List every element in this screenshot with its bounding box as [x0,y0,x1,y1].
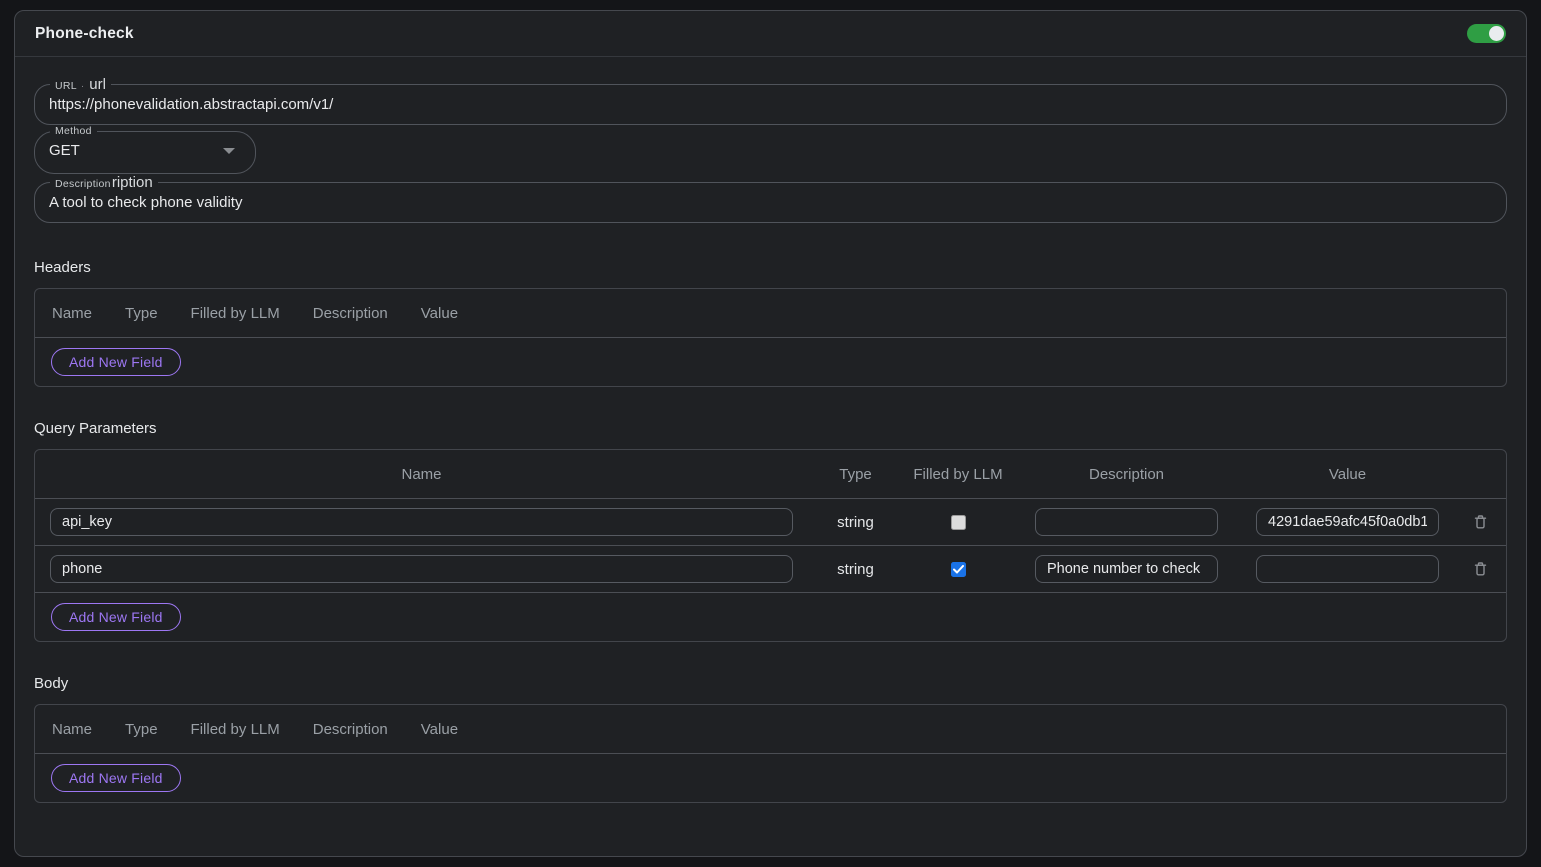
col-name: Name [52,305,92,322]
tool-enabled-toggle[interactable] [1467,24,1506,43]
col-filled-by-llm: Filled by LLM [191,721,280,738]
chevron-down-icon [223,148,235,154]
col-value: Value [421,305,458,322]
url-input[interactable] [49,93,1492,115]
query-parameters-section: Query Parameters Name Type Filled by LLM… [34,420,1507,642]
col-type: Type [808,466,903,483]
query-parameters-add-field-button[interactable]: Add New Field [51,603,181,631]
query-parameter-row: string [35,498,1506,545]
method-field: Method GET [34,125,256,174]
col-filled-by-llm: Filled by LLM [903,466,1013,483]
headers-table-head: Name Type Filled by LLM Description Valu… [35,289,1506,337]
headers-add-field-button[interactable]: Add New Field [51,348,181,376]
method-field-label: Method [50,125,97,137]
body-section: Body Name Type Filled by LLM Description… [34,675,1507,803]
description-label-small: Description [55,178,111,190]
url-field-label: URL · url [50,76,111,93]
delete-row-button[interactable] [1471,512,1490,532]
col-description: Description [313,721,388,738]
url-label-big: url [89,76,106,93]
url-field: URL · url [34,76,1507,125]
method-label: Method [55,125,92,137]
description-input[interactable] [49,191,1492,213]
param-description-input[interactable] [1035,555,1218,583]
toggle-knob [1489,26,1504,41]
col-description: Description [1013,466,1240,483]
col-filled-by-llm: Filled by LLM [191,305,280,322]
tool-card: Phone-check URL · url Method GET De [14,10,1527,857]
filled-by-llm-checkbox[interactable] [951,562,966,577]
method-selected-value: GET [49,142,80,159]
col-name: Name [35,466,808,483]
col-name: Name [52,721,92,738]
check-icon [953,565,964,574]
col-type: Type [125,721,158,738]
headers-table: Name Type Filled by LLM Description Valu… [34,288,1507,387]
description-label-big: ription [112,174,153,191]
body-table: Name Type Filled by LLM Description Valu… [34,704,1507,803]
trash-icon [1473,561,1488,577]
body-add-field-button[interactable]: Add New Field [51,764,181,792]
param-type: string [837,561,874,578]
param-type: string [837,514,874,531]
method-select[interactable]: GET [49,137,241,164]
col-description: Description [313,305,388,322]
param-value-input[interactable] [1256,555,1439,583]
headers-section-title: Headers [34,259,1507,276]
query-parameter-row: string [35,545,1506,592]
delete-row-button[interactable] [1471,559,1490,579]
query-parameters-table: Name Type Filled by LLM Description Valu… [34,449,1507,642]
url-label-separator: · [81,81,84,92]
description-field: Description ription [34,174,1507,223]
body-section-title: Body [34,675,1507,692]
param-name-input[interactable] [50,555,793,583]
headers-section: Headers Name Type Filled by LLM Descript… [34,259,1507,387]
headers-add-row: Add New Field [35,337,1506,386]
col-value: Value [1240,466,1455,483]
trash-icon [1473,514,1488,530]
query-parameters-section-title: Query Parameters [34,420,1507,437]
body-add-row: Add New Field [35,753,1506,802]
filled-by-llm-checkbox[interactable] [951,515,966,530]
tool-card-header: Phone-check [15,11,1526,57]
param-name-input[interactable] [50,508,793,536]
param-value-input[interactable] [1256,508,1439,536]
tool-card-body: URL · url Method GET Description ription [15,57,1526,803]
param-description-input[interactable] [1035,508,1218,536]
tool-title: Phone-check [35,25,134,43]
query-parameters-add-row: Add New Field [35,592,1506,641]
col-value: Value [421,721,458,738]
col-type: Type [125,305,158,322]
query-parameters-table-head: Name Type Filled by LLM Description Valu… [35,450,1506,498]
body-table-head: Name Type Filled by LLM Description Valu… [35,705,1506,753]
description-field-label: Description ription [50,174,158,191]
url-label-small: URL [55,80,77,92]
